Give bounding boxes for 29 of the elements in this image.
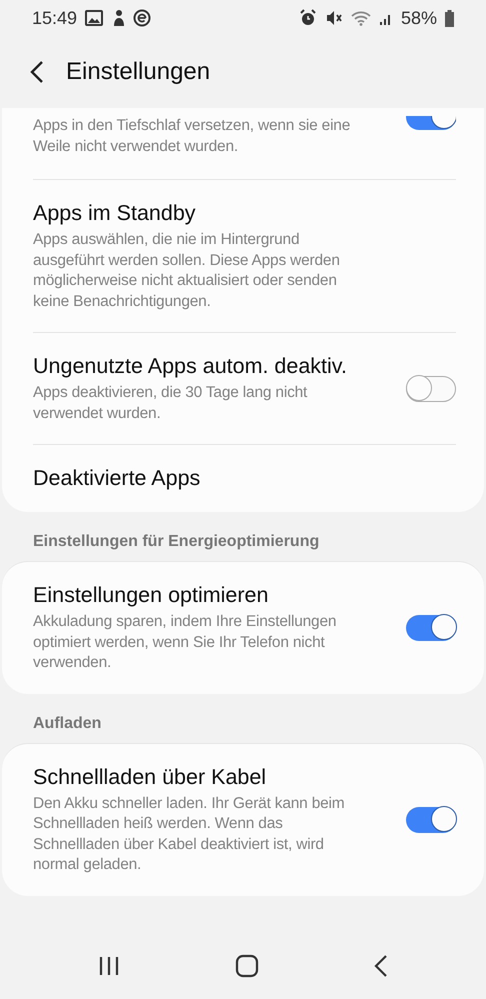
setting-title[interactable]: Apps im Standby: [33, 200, 369, 227]
setting-title[interactable]: Ungenutzte Apps autom. deaktiv.: [33, 353, 369, 380]
mute-icon: [324, 9, 343, 27]
figure-icon: [111, 9, 126, 27]
setting-description: Akkuladung sparen, indem Ihre Einstellungen optimiert werden, wenn Sie Ihr Telefon nicht verwenden.: [33, 612, 338, 673]
section-heading: Aufladen: [32, 714, 102, 734]
recent-apps-icon[interactable]: [98, 956, 120, 976]
setting-title[interactable]: Einstellungen optimieren: [33, 582, 369, 609]
back-icon[interactable]: [30, 60, 44, 84]
home-icon[interactable]: [234, 954, 259, 978]
page-title: Einstellungen: [66, 58, 210, 86]
e-circle-icon: [133, 9, 152, 27]
setting-title[interactable]: Schnellladen über Kabel: [33, 764, 369, 790]
alarm-icon: [298, 9, 317, 27]
battery-percentage: 58%: [400, 8, 437, 28]
wifi-icon: [350, 10, 371, 26]
battery-icon: [445, 10, 454, 26]
toggle-switch[interactable]: [406, 806, 456, 832]
setting-description: Apps auswählen, die nie im Hintergrund ausgeführt werden sollen. Diese Apps werden möglicherweise nicht aktualisiert oder senden keine Benachrichtigungen.: [33, 230, 341, 312]
toggle-switch[interactable]: [406, 376, 456, 402]
setting-title[interactable]: Deaktivierte Apps: [33, 465, 369, 492]
image-icon: [85, 10, 104, 26]
setting-description: Apps deaktivieren, die 30 Tage lang nicht verwendet wurden.: [33, 383, 308, 424]
back-icon[interactable]: [374, 955, 388, 977]
toggle-switch[interactable]: [406, 614, 456, 641]
section-heading: Einstellungen für Energieoptimierung: [32, 532, 320, 552]
setting-description: Apps in den Tiefschlaf versetzen, wenn sie eine Weile nicht verwendet wurden.: [33, 116, 352, 156]
status-time: 15:49: [32, 8, 78, 28]
setting-description: Den Akku schneller laden. Ihr Gerät kann beim Schnellladen heiß werden. Wenn das Schnellladen über Kabel deaktiviert ist, wird normal geladen.: [33, 794, 346, 875]
